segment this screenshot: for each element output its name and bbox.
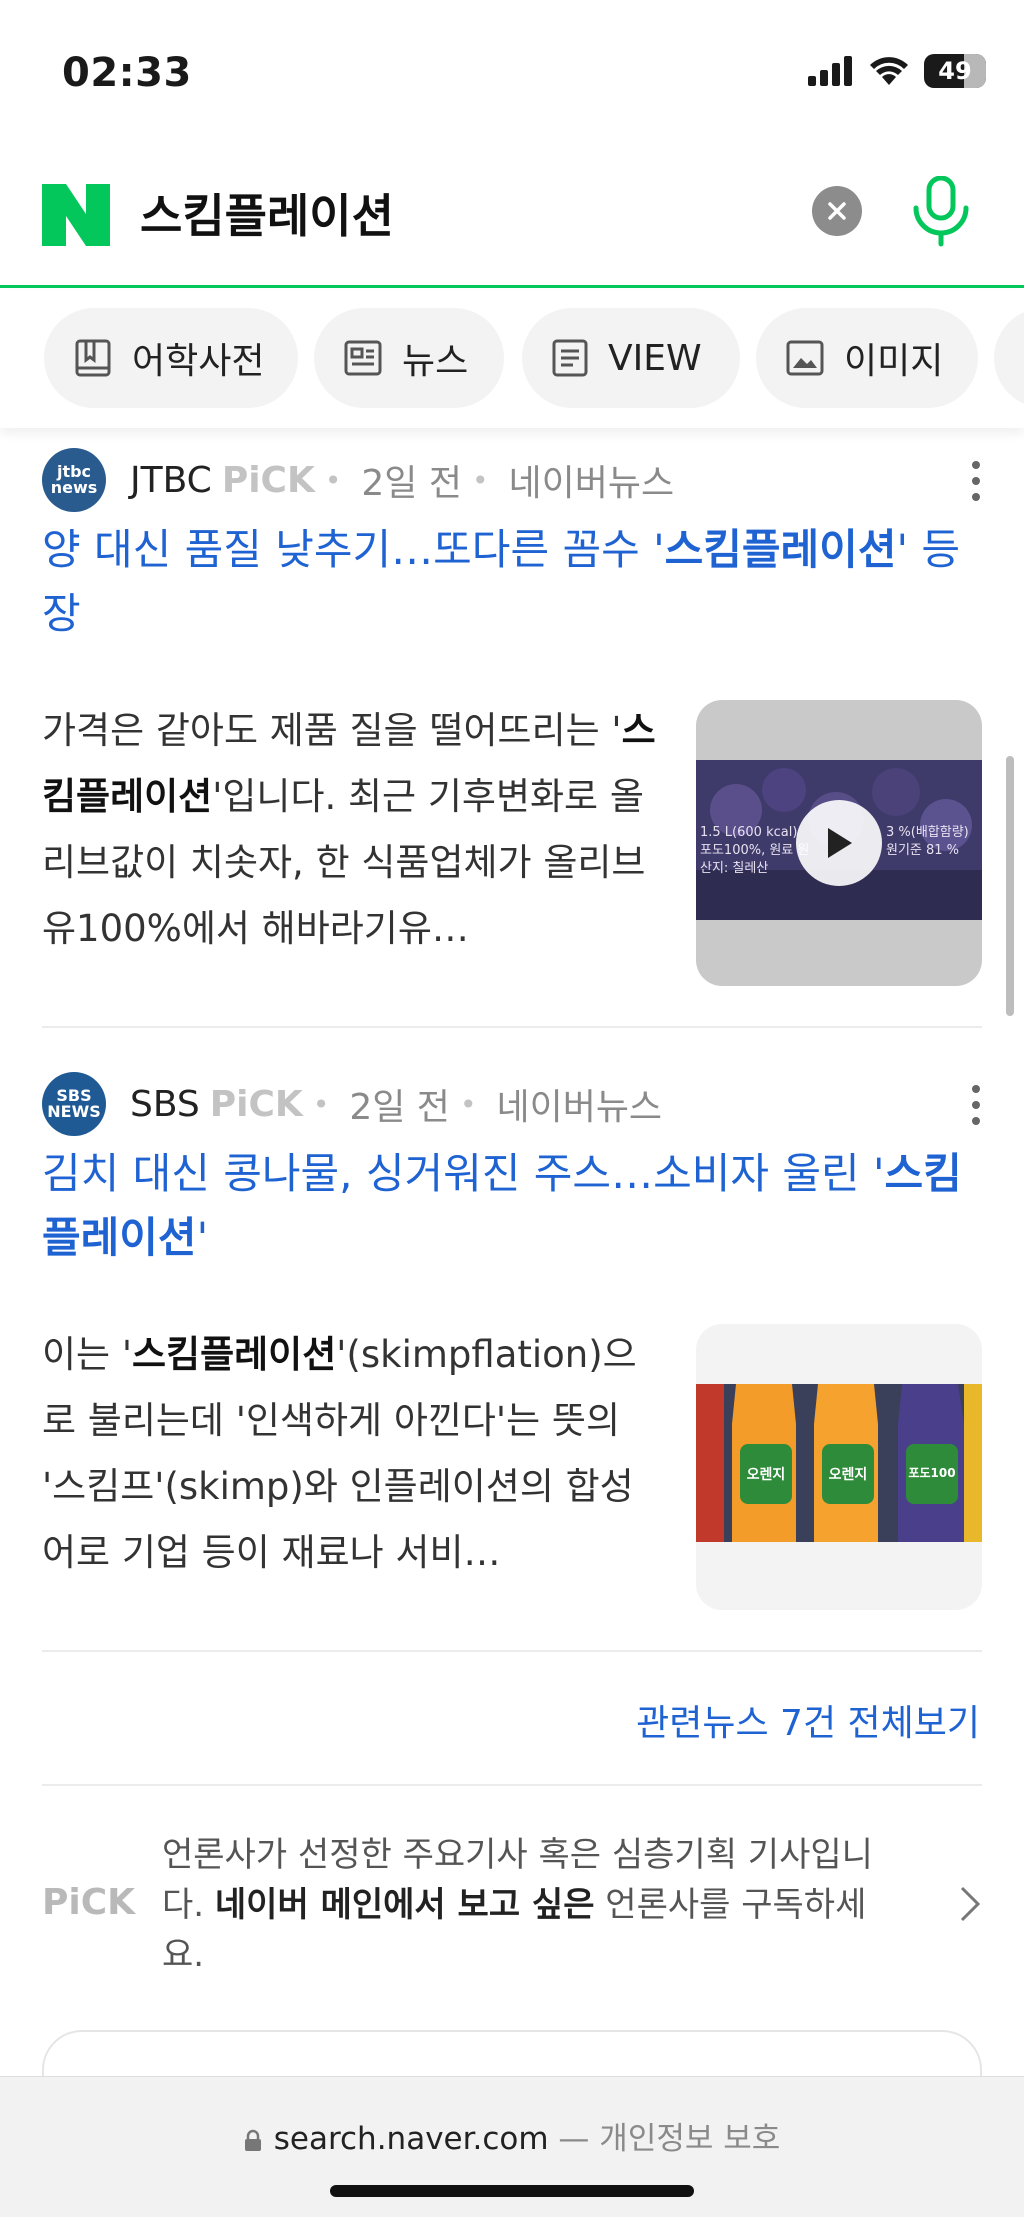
chevron-right-icon bbox=[960, 1886, 981, 1922]
clear-search-button[interactable] bbox=[812, 186, 862, 236]
divider bbox=[42, 1650, 982, 1652]
search-input[interactable]: 스킴플레이션 bbox=[140, 180, 394, 246]
search-header: 스킴플레이션 bbox=[0, 140, 1024, 288]
article-summary[interactable]: 이는 '스킴플레이션'(skimpflation)으로 불리는데 '인색하게 아… bbox=[42, 1322, 662, 1586]
news-article: SBS NEWS SBS PiCK • 2일 전 • 네이버뉴스 김치 대신 콩… bbox=[42, 1072, 982, 1612]
naver-logo-icon[interactable] bbox=[42, 184, 110, 246]
article-time: 2일 전 bbox=[361, 463, 462, 504]
cellular-signal-icon bbox=[808, 56, 852, 86]
browser-url-bar[interactable]: search.naver.com — 개인정보 보호 bbox=[0, 2076, 1024, 2217]
privacy-note: 개인정보 보호 bbox=[599, 2121, 781, 2157]
article-headline[interactable]: 양 대신 품질 낮추기…또다른 꼼수 '스킴플레이션' 등장 bbox=[42, 518, 982, 646]
news-icon bbox=[344, 340, 382, 376]
pick-info-text: 언론사가 선정한 주요기사 혹은 심층기획 기사입니다. 네이버 메인에서 보고… bbox=[162, 1835, 873, 1975]
article-source[interactable]: 네이버뉴스 bbox=[508, 454, 674, 506]
tab-view-label: VIEW bbox=[608, 337, 702, 379]
press-logo-jtbc[interactable]: jtbc news bbox=[42, 448, 106, 512]
tab-image-label: 이미지 bbox=[844, 341, 944, 382]
pick-badge: PiCK bbox=[209, 1083, 303, 1125]
tab-dictionary-label: 어학사전 bbox=[132, 341, 265, 382]
image-icon bbox=[786, 340, 824, 376]
tab-news[interactable]: 뉴스 bbox=[314, 308, 504, 408]
pick-badge: PiCK bbox=[221, 459, 315, 501]
document-icon bbox=[552, 339, 588, 377]
article-summary[interactable]: 가격은 같아도 제품 질을 떨어뜨리는 '스킴플레이션'입니다. 최근 기후변화… bbox=[42, 698, 662, 962]
play-icon bbox=[828, 828, 852, 858]
url-display[interactable]: search.naver.com — 개인정보 보호 bbox=[0, 2113, 1024, 2158]
press-logo-sbs[interactable]: SBS NEWS bbox=[42, 1072, 106, 1136]
battery-level: 49 bbox=[938, 57, 972, 85]
tab-news-label: 뉴스 bbox=[402, 341, 469, 382]
article-image-thumbnail[interactable]: 오렌지 오렌지 포도100 bbox=[696, 1324, 982, 1610]
press-name[interactable]: SBS bbox=[130, 1084, 200, 1125]
more-options-icon[interactable] bbox=[964, 458, 988, 504]
status-time: 02:33 bbox=[62, 50, 192, 96]
news-article: jtbc news JTBC PiCK • 2일 전 • 네이버뉴스 양 대신 … bbox=[42, 448, 982, 988]
close-icon bbox=[828, 202, 846, 220]
status-icons: 49 bbox=[808, 54, 986, 88]
play-button[interactable] bbox=[796, 800, 882, 886]
related-news-link[interactable]: 관련뉴스 7건 전체보기 bbox=[636, 1694, 980, 1746]
tab-dictionary[interactable]: 어학사전 bbox=[44, 308, 298, 408]
pick-label: PiCK bbox=[42, 1882, 136, 1923]
pick-info-banner[interactable]: PiCK 언론사가 선정한 주요기사 혹은 심층기획 기사입니다. 네이버 메인… bbox=[42, 1830, 982, 1980]
lock-icon bbox=[244, 2129, 261, 2151]
wifi-icon bbox=[870, 57, 908, 85]
tab-image[interactable]: 이미지 bbox=[756, 308, 978, 408]
article-source[interactable]: 네이버뉴스 bbox=[496, 1078, 662, 1130]
article-video-thumbnail[interactable]: 1.5 L(600 kcal) 포도100%, 원료 원산지: 칠레산 3 %(… bbox=[696, 700, 982, 986]
more-options-icon[interactable] bbox=[964, 1082, 988, 1128]
press-name[interactable]: JTBC bbox=[130, 460, 212, 501]
status-bar: 02:33 49 bbox=[0, 0, 1024, 140]
url-domain: search.naver.com bbox=[273, 2121, 549, 2157]
dictionary-icon bbox=[75, 339, 111, 377]
article-press-row: jtbc news JTBC PiCK • 2일 전 • 네이버뉴스 bbox=[42, 448, 982, 512]
article-press-row: SBS NEWS SBS PiCK • 2일 전 • 네이버뉴스 bbox=[42, 1072, 982, 1136]
battery-indicator: 49 bbox=[924, 54, 986, 88]
tab-more[interactable] bbox=[994, 308, 1024, 408]
article-time: 2일 전 bbox=[349, 1087, 450, 1128]
article-headline[interactable]: 김치 대신 콩나물, 싱거워진 주스…소비자 울린 '스킴플레이션' bbox=[42, 1142, 982, 1270]
scrollbar[interactable] bbox=[1006, 756, 1014, 1016]
microphone-icon[interactable] bbox=[908, 176, 974, 248]
divider bbox=[42, 1784, 982, 1786]
divider bbox=[42, 1026, 982, 1028]
tab-view[interactable]: VIEW bbox=[522, 308, 740, 408]
search-category-tabs: 어학사전 뉴스 VIEW 이미지 bbox=[0, 290, 1024, 428]
home-indicator[interactable] bbox=[330, 2185, 694, 2197]
